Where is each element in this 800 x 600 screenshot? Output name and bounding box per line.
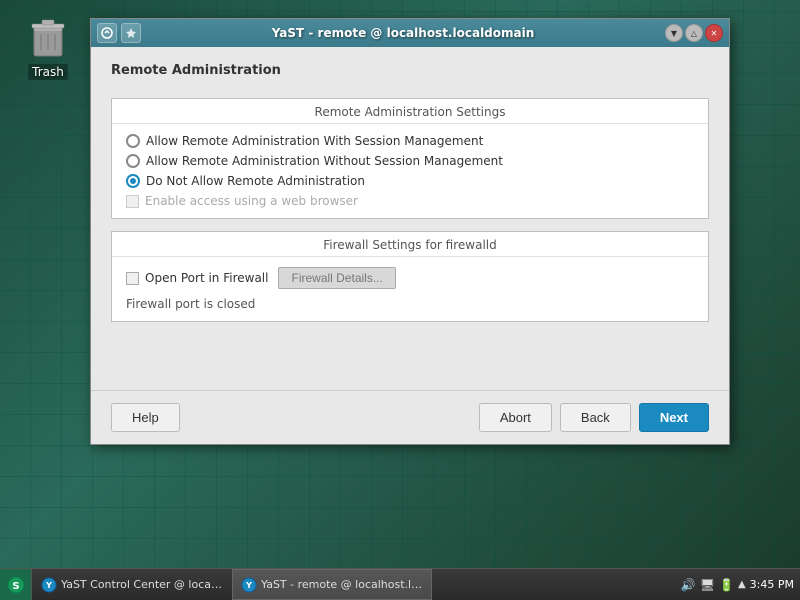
maximize-btn[interactable]: △ — [685, 24, 703, 42]
titlebar-nav-btn-2[interactable] — [121, 23, 141, 43]
taskbar-item-yast-control[interactable]: Y YaST Control Center @ localhost.lo... — [32, 569, 232, 600]
svg-text:Y: Y — [45, 581, 52, 590]
minimize-btn[interactable]: ▼ — [665, 24, 683, 42]
radio-without-session[interactable]: Allow Remote Administration Without Sess… — [126, 154, 694, 168]
web-access-checkbox — [126, 195, 139, 208]
tray-up-arrow-icon: ▲ — [738, 579, 746, 590]
taskbar-start-button[interactable]: S — [0, 569, 32, 600]
remote-settings-panel: Remote Administration Settings Allow Rem… — [111, 98, 709, 219]
trash-label: Trash — [28, 64, 68, 80]
radio-without-session-input[interactable] — [126, 154, 140, 168]
radio-with-session-input[interactable] — [126, 134, 140, 148]
taskbar-yast-remote-icon: Y — [241, 577, 257, 593]
open-port-option[interactable]: Open Port in Firewall — [126, 271, 268, 285]
svg-text:S: S — [12, 581, 19, 592]
radio-with-session[interactable]: Allow Remote Administration With Session… — [126, 134, 694, 148]
titlebar-nav-btn-1[interactable] — [97, 23, 117, 43]
open-port-checkbox[interactable] — [126, 272, 139, 285]
trash-icon[interactable]: Trash — [8, 8, 88, 84]
firewall-panel-header: Firewall Settings for firewalld — [112, 232, 708, 257]
firewall-details-button[interactable]: Firewall Details... — [278, 267, 395, 289]
taskbar-item-yast-remote[interactable]: Y YaST - remote @ localhost.locald... — [232, 569, 432, 600]
firewall-status: Firewall port is closed — [126, 297, 694, 311]
web-access-option: Enable access using a web browser — [126, 194, 694, 208]
taskbar-item-yast-control-label: YaST Control Center @ localhost.lo... — [61, 578, 223, 591]
window-footer: Help Abort Back Next — [91, 390, 729, 444]
tray-battery-icon: 🔋 — [719, 578, 734, 592]
window-titlebar: YaST - remote @ localhost.localdomain ▼ … — [91, 19, 729, 47]
taskbar-right: 🔊 🖥 🔋 ▲ 3:45 PM — [675, 578, 800, 592]
abort-button[interactable]: Abort — [479, 403, 552, 432]
radio-do-not-allow[interactable]: Do Not Allow Remote Administration — [126, 174, 694, 188]
taskbar: S Y YaST Control Center @ localhost.lo..… — [0, 568, 800, 600]
help-button[interactable]: Help — [111, 403, 180, 432]
web-access-label: Enable access using a web browser — [145, 194, 358, 208]
open-port-label: Open Port in Firewall — [145, 271, 268, 285]
window-title: YaST - remote @ localhost.localdomain — [145, 26, 661, 40]
desktop: Trash — [0, 0, 800, 600]
radio-without-session-label: Allow Remote Administration Without Sess… — [146, 154, 503, 168]
svg-text:Y: Y — [245, 581, 252, 590]
page-title: Remote Administration — [111, 63, 709, 78]
radio-with-session-label: Allow Remote Administration With Session… — [146, 134, 483, 148]
firewall-settings-panel: Firewall Settings for firewalld Open Por… — [111, 231, 709, 322]
close-btn[interactable]: ✕ — [705, 24, 723, 42]
firewall-row: Open Port in Firewall Firewall Details..… — [126, 267, 694, 289]
taskbar-items: Y YaST Control Center @ localhost.lo... … — [32, 569, 675, 600]
remote-panel-header: Remote Administration Settings — [112, 99, 708, 124]
taskbar-item-yast-remote-label: YaST - remote @ localhost.locald... — [261, 578, 423, 591]
window-content: Remote Administration Remote Administrat… — [91, 47, 729, 390]
taskbar-clock: 3:45 PM — [750, 578, 794, 591]
yast-window: YaST - remote @ localhost.localdomain ▼ … — [90, 18, 730, 445]
radio-do-not-allow-input[interactable] — [126, 174, 140, 188]
tray-volume-icon: 🔊 — [681, 578, 696, 592]
radio-do-not-allow-label: Do Not Allow Remote Administration — [146, 174, 365, 188]
next-button[interactable]: Next — [639, 403, 709, 432]
tray-network-icon: 🖥 — [700, 578, 715, 592]
taskbar-yast-control-icon: Y — [41, 577, 57, 593]
back-button[interactable]: Back — [560, 403, 631, 432]
